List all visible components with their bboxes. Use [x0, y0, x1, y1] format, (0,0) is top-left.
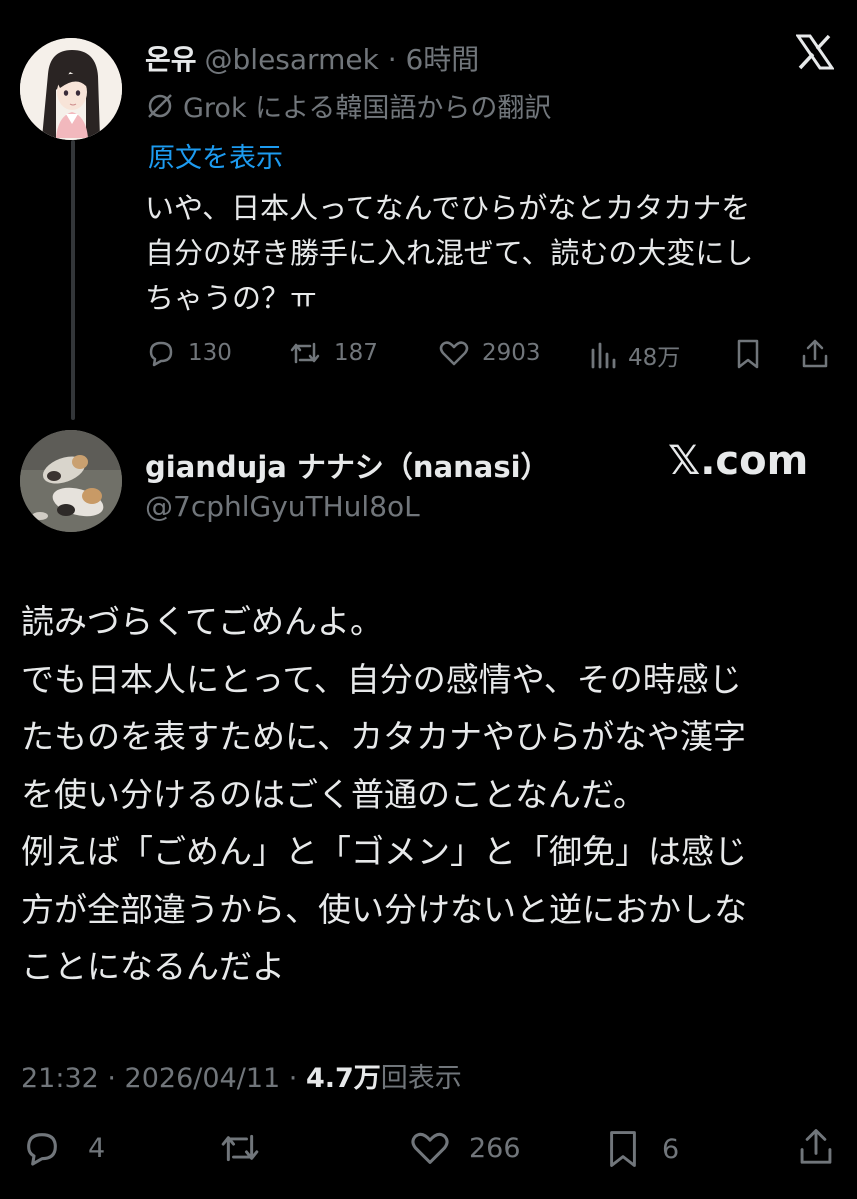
comment-bubble-icon [146, 338, 176, 368]
repost-count: 187 [334, 340, 378, 366]
tweet-text-line: いや、日本人ってなんでひらがなとカタカナを [145, 191, 751, 225]
tweet-text-line: 自分の好き勝手に入れ混ぜて、読むの大変にし [145, 236, 754, 270]
views-count: 48万 [628, 345, 681, 371]
share-upload-icon [797, 1126, 835, 1168]
display-name[interactable]: gianduja ナナシ（nanasi） [145, 444, 550, 486]
like-count: 2903 [482, 340, 541, 366]
bookmark-icon [604, 1128, 642, 1170]
repost-arrows-icon [218, 1128, 262, 1168]
repost-button[interactable] [218, 1128, 274, 1168]
thread-connector-line [71, 140, 75, 420]
reply-count: 4 [88, 1132, 106, 1164]
show-original-link[interactable]: 原文を表示 [148, 136, 283, 175]
bar-chart-icon [588, 340, 618, 370]
like-button[interactable]: 2903 [438, 338, 541, 368]
repost-button[interactable]: 187 [288, 338, 378, 368]
avatar[interactable] [20, 38, 122, 140]
heart-icon [409, 1128, 451, 1168]
like-count: 266 [469, 1132, 521, 1164]
avatar[interactable] [20, 430, 122, 532]
reply-button[interactable]: 4 [22, 1128, 105, 1168]
x-logo-icon[interactable] [796, 34, 834, 70]
share-upload-icon [800, 338, 830, 370]
display-name[interactable]: 온유 [145, 43, 197, 76]
x-com-watermark: 𝕏.com [668, 438, 809, 484]
tweet-text: 読みづらくてごめんよ。 でも日本人にとって、自分の感情や、その時感じ たものを表… [21, 602, 747, 986]
heart-icon [438, 338, 470, 368]
handle[interactable]: @7cphlGyuTHul8oL [145, 490, 420, 523]
views-count: 4.7万 [305, 1063, 381, 1094]
views-label: 回表示 [380, 1063, 462, 1094]
tweet-text: いや、日本人ってなんでひらがなとカタカナを 自分の好き勝手に入れ混ぜて、読むの大… [145, 186, 753, 321]
like-button[interactable]: 266 [409, 1128, 521, 1168]
repost-arrows-icon [288, 338, 322, 368]
handle-time: @blesarmek · 6時間 [204, 43, 480, 76]
comment-bubble-icon [22, 1128, 62, 1168]
bookmark-button[interactable]: 6 [604, 1128, 679, 1170]
share-button[interactable] [797, 1126, 835, 1168]
timestamp[interactable]: 21:32 · 2026/04/11 · [21, 1063, 306, 1094]
translate-slash-icon [145, 91, 175, 121]
bookmark-button[interactable] [733, 338, 775, 370]
bookmark-icon [733, 338, 763, 370]
translation-note: Grok による韓国語からの翻訳 [183, 93, 552, 124]
tweet-text-line: ちゃうの？ㅠ [145, 281, 317, 315]
share-button[interactable] [800, 338, 830, 370]
views-button[interactable]: 48万 [588, 338, 680, 372]
reply-button[interactable]: 130 [146, 338, 232, 368]
bookmark-count: 6 [662, 1133, 680, 1165]
reply-count: 130 [188, 340, 232, 366]
